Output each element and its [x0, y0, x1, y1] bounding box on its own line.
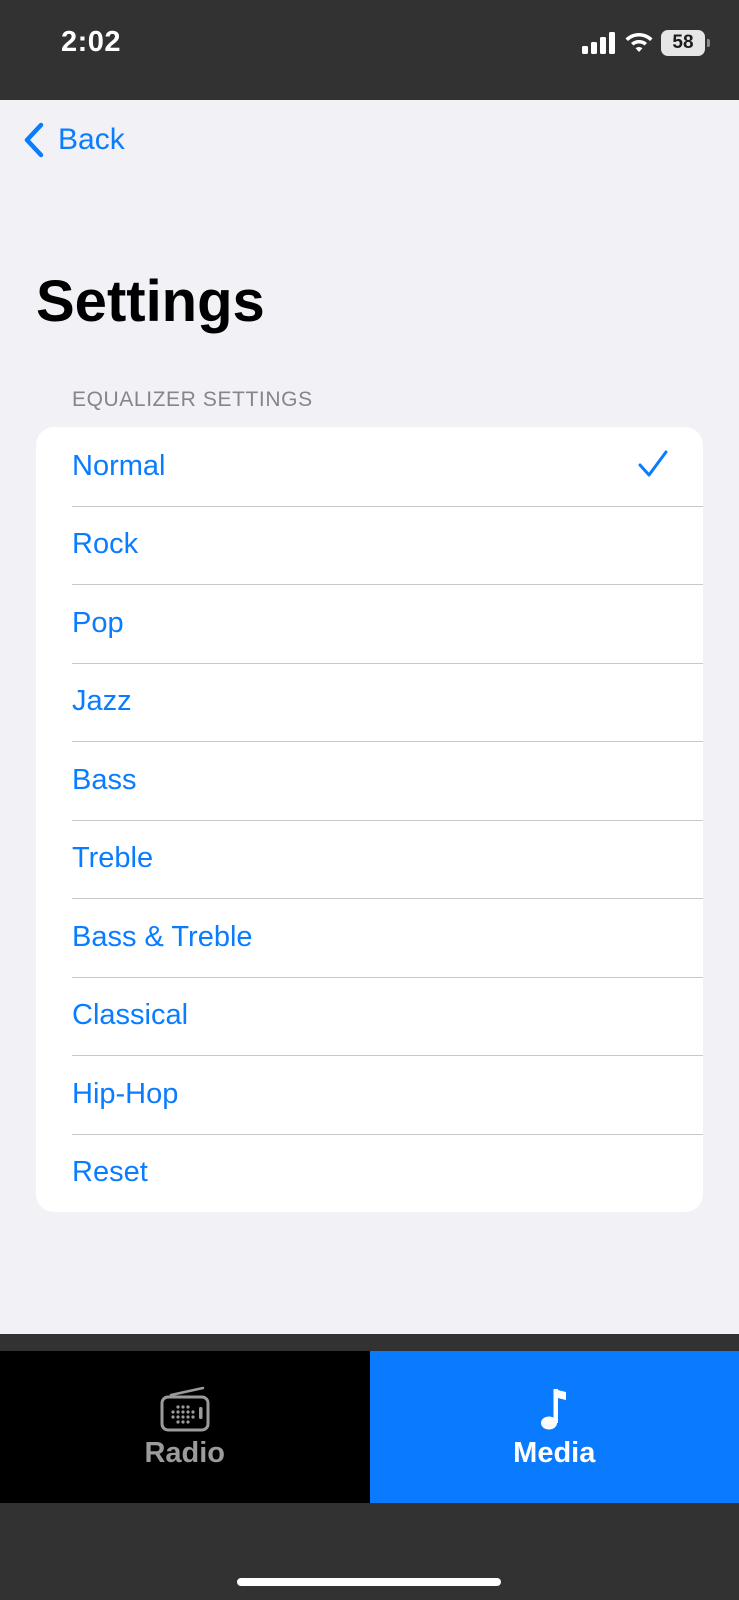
tab-radio[interactable]: Radio [0, 1351, 370, 1503]
battery-icon: 58 [661, 30, 710, 56]
battery-level: 58 [672, 32, 694, 53]
page-title: Settings [36, 269, 265, 334]
option-label: Jazz [72, 685, 132, 718]
equalizer-option-normal[interactable]: Normal [36, 427, 703, 506]
option-label: Reset [72, 1156, 148, 1189]
option-label: Normal [72, 449, 166, 482]
tab-bar: Radio Media [0, 1351, 739, 1503]
status-bar: 2:02 58 [0, 0, 739, 100]
equalizer-option-pop[interactable]: Pop [36, 584, 703, 663]
signal-icon [582, 32, 615, 54]
back-button[interactable]: Back [22, 120, 125, 160]
back-label: Back [58, 123, 125, 156]
settings-content: Back Settings EQUALIZER SETTINGS Normal … [0, 100, 739, 1334]
equalizer-option-reset[interactable]: Reset [36, 1133, 703, 1213]
option-label: Rock [72, 528, 139, 561]
equalizer-option-hip-hop[interactable]: Hip-Hop [36, 1055, 703, 1134]
equalizer-option-jazz[interactable]: Jazz [36, 662, 703, 742]
equalizer-option-bass[interactable]: Bass [36, 741, 703, 820]
checkmark-icon [638, 450, 668, 477]
tab-radio-label: Radio [144, 1436, 226, 1469]
equalizer-option-rock[interactable]: Rock [36, 505, 703, 585]
equalizer-option-classical[interactable]: Classical [36, 976, 703, 1056]
option-label: Bass [72, 763, 137, 796]
screen: 2:02 58 Back Settings EQUALIZER SETTINGS [0, 0, 739, 1600]
option-label: Hip-Hop [72, 1077, 179, 1110]
equalizer-list: Normal Rock Pop Jazz Bass Treble Bass & [36, 427, 703, 1212]
equalizer-option-bass-treble[interactable]: Bass & Treble [36, 898, 703, 977]
status-time: 2:02 [61, 26, 122, 58]
equalizer-option-treble[interactable]: Treble [36, 819, 703, 899]
wifi-icon [625, 33, 653, 52]
option-label: Classical [72, 999, 189, 1032]
home-indicator [237, 1578, 501, 1586]
chevron-left-icon [24, 122, 44, 158]
music-note-icon [541, 1388, 567, 1429]
option-label: Treble [72, 842, 154, 875]
tab-media-label: Media [513, 1436, 596, 1469]
tab-media[interactable]: Media [369, 1351, 739, 1503]
radio-icon [160, 1386, 210, 1431]
section-header: EQUALIZER SETTINGS [72, 388, 313, 411]
option-label: Bass & Treble [72, 920, 253, 953]
option-label: Pop [72, 606, 124, 639]
